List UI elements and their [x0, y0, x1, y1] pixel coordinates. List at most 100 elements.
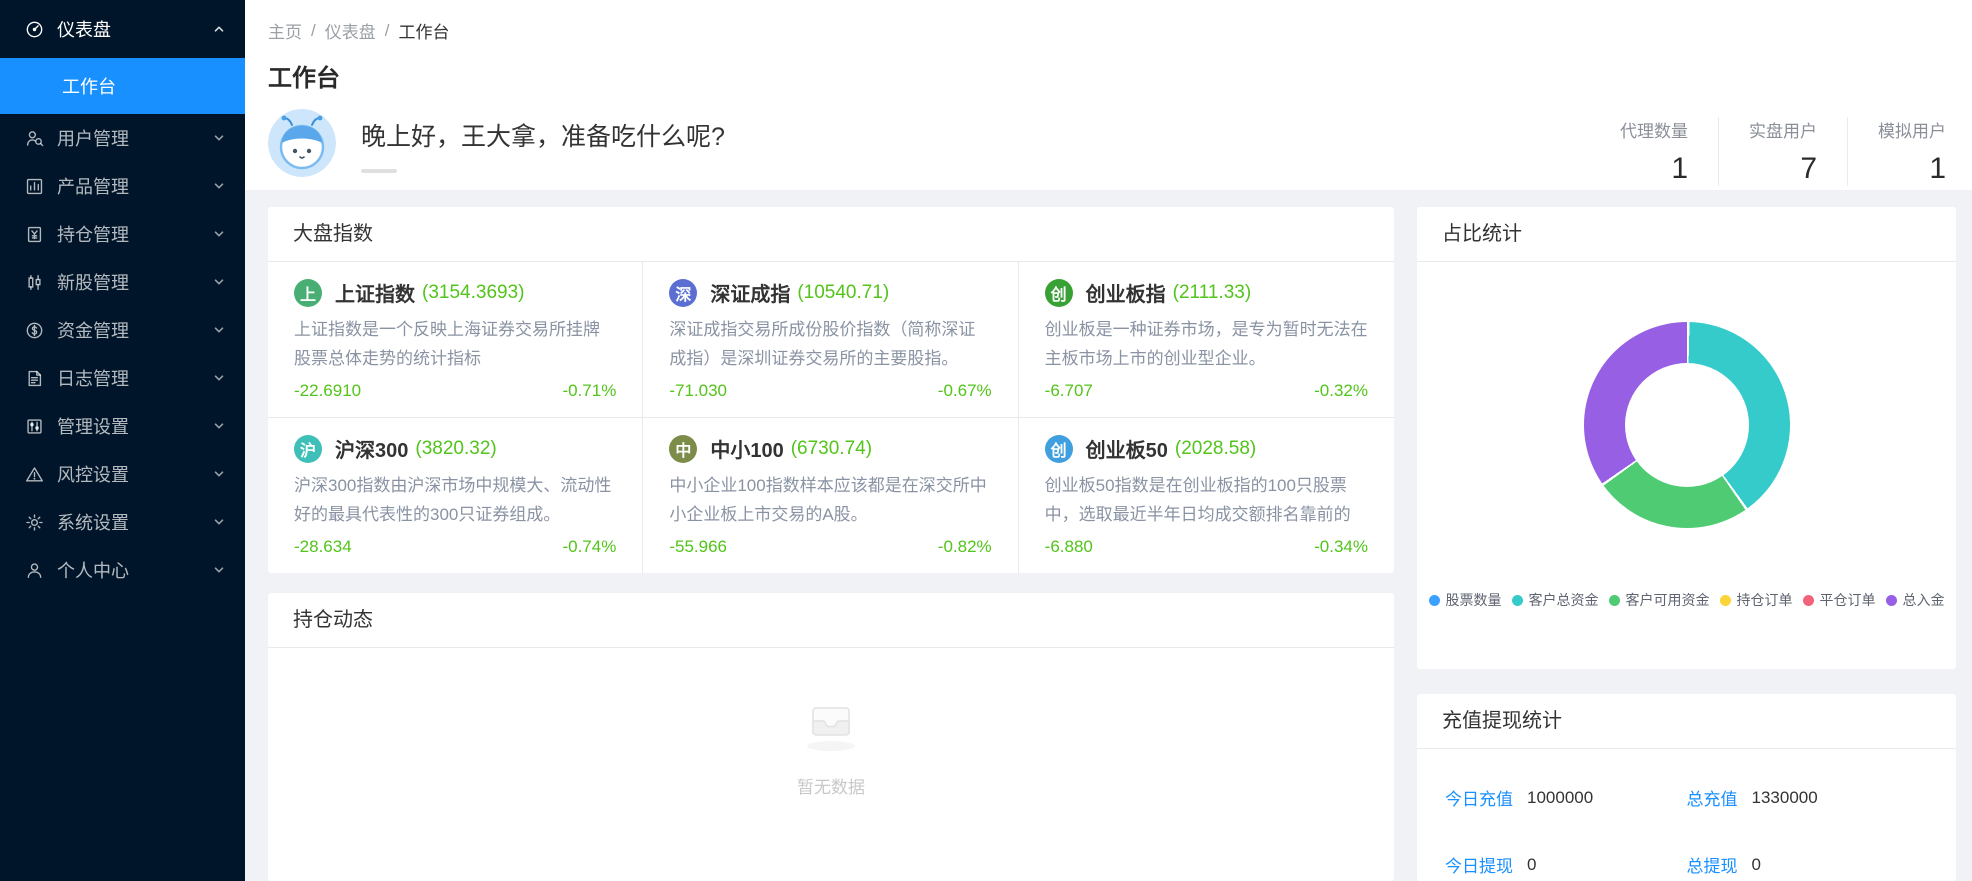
- empty-state: 暂无数据: [268, 648, 1394, 798]
- stat-value: 7: [1749, 152, 1817, 186]
- index-change: -6.880: [1045, 537, 1093, 557]
- recharge-withdraw-card-title: 充值提现统计: [1417, 694, 1956, 749]
- sidebar-item-system-settings[interactable]: 系统设置: [0, 498, 245, 546]
- product-management-icon: [24, 176, 44, 196]
- legend-item-available-funds[interactable]: 客户可用资金: [1609, 590, 1710, 610]
- index-badge: 上: [294, 279, 322, 307]
- legend-label: 平仓订单: [1820, 590, 1876, 610]
- index-change-pct: -0.82%: [938, 537, 992, 557]
- position-activity-card: 持仓动态 暂无数据: [268, 593, 1394, 881]
- breadcrumb-home[interactable]: 主页: [268, 18, 302, 43]
- total-recharge-label[interactable]: 总充值: [1687, 785, 1738, 810]
- recharge-withdraw-card: 充值提现统计 今日充值 1000000 总充值 1330000: [1417, 694, 1956, 881]
- index-description: 创业板50指数是在创业板指的100只股票中，选取最近半年日均成交额排名靠前的50…: [1045, 471, 1368, 529]
- breadcrumb-dashboard[interactable]: 仪表盘: [325, 18, 376, 43]
- index-change: -55.966: [669, 537, 727, 557]
- page-header: 主页 / 仪表盘 / 工作台 工作台: [245, 0, 1972, 190]
- legend-dot: [1429, 595, 1440, 606]
- sidebar-item-admin-settings[interactable]: 管理设置: [0, 402, 245, 450]
- chevron-down-icon: [213, 564, 225, 576]
- index-badge: 创: [1045, 279, 1073, 307]
- stat-label: 模拟用户: [1878, 117, 1946, 142]
- index-badge: 深: [669, 279, 697, 307]
- main-area: 主页 / 仪表盘 / 工作台 工作台: [245, 0, 1972, 881]
- legend-label: 总入金: [1903, 590, 1945, 610]
- chevron-down-icon: [213, 276, 225, 288]
- breadcrumb: 主页 / 仪表盘 / 工作台: [268, 18, 1960, 43]
- sidebar-item-workbench[interactable]: 工作台: [0, 58, 245, 114]
- legend-item-total-funds[interactable]: 客户总资金: [1512, 590, 1599, 610]
- index-change: -22.6910: [294, 381, 361, 401]
- stat-value: 1: [1620, 152, 1688, 186]
- mascot-avatar: [268, 109, 336, 177]
- sidebar-item-dashboard[interactable]: 仪表盘: [0, 0, 245, 58]
- index-name: 创业板50: [1086, 434, 1168, 463]
- sidebar-item-label: 用户管理: [57, 125, 213, 151]
- index-change-pct: -0.32%: [1314, 381, 1368, 401]
- breadcrumb-separator: /: [385, 21, 390, 41]
- index-change-pct: -0.67%: [938, 381, 992, 401]
- legend-label: 股票数量: [1446, 590, 1502, 610]
- sidebar-item-label: 新股管理: [57, 269, 213, 295]
- sidebar-item-profile-center[interactable]: 个人中心: [0, 546, 245, 594]
- index-badge: 中: [669, 435, 697, 463]
- total-withdraw: 总提现 0: [1687, 852, 1929, 877]
- legend-item-total-deposit[interactable]: 总入金: [1886, 590, 1945, 610]
- total-withdraw-label[interactable]: 总提现: [1687, 852, 1738, 877]
- sidebar-item-position-management[interactable]: 持仓管理: [0, 210, 245, 258]
- risk-settings-icon: [24, 464, 44, 484]
- index-tile-sme100: 中 中小100 (6730.74) 中小企业100指数样本应该都是在深交所中小企…: [643, 418, 1018, 573]
- chevron-down-icon: [213, 180, 225, 192]
- ratio-stats-card-title: 占比统计: [1417, 207, 1956, 262]
- legend-label: 持仓订单: [1737, 590, 1793, 610]
- breadcrumb-separator: /: [311, 21, 316, 41]
- new-stock-icon: [24, 272, 44, 292]
- legend-label: 客户总资金: [1529, 590, 1599, 610]
- sidebar-item-user-management[interactable]: 用户管理: [0, 114, 245, 162]
- legend-item-stock-count[interactable]: 股票数量: [1429, 590, 1502, 610]
- index-change: -71.030: [669, 381, 727, 401]
- sidebar-item-log-management[interactable]: 日志管理: [0, 354, 245, 402]
- sidebar-item-funds-management[interactable]: 资金管理: [0, 306, 245, 354]
- sidebar-item-product-management[interactable]: 产品管理: [0, 162, 245, 210]
- total-recharge-value: 1330000: [1752, 788, 1818, 808]
- sidebar-item-label: 风控设置: [57, 461, 213, 487]
- index-tile-chinext: 创 创业板指 (2111.33) 创业板是一种证券市场，是专为暂时无法在主板市场…: [1019, 262, 1394, 418]
- index-tile-chinext50: 创 创业板50 (2028.58) 创业板50指数是在创业板指的100只股票中，…: [1019, 418, 1394, 573]
- today-withdraw-label[interactable]: 今日提现: [1445, 852, 1513, 877]
- legend-item-open-orders[interactable]: 持仓订单: [1720, 590, 1793, 610]
- sidebar-item-label: 系统设置: [57, 509, 213, 535]
- sidebar-subitem-label: 工作台: [62, 73, 116, 99]
- legend-dot: [1803, 595, 1814, 606]
- sidebar-item-label: 个人中心: [57, 557, 213, 583]
- legend-dot: [1512, 595, 1523, 606]
- user-management-icon: [24, 128, 44, 148]
- greeting-placeholder-line: [361, 169, 397, 173]
- funds-management-icon: [24, 320, 44, 340]
- market-index-card: 大盘指数 上 上证指数 (3154.3693) 上证指数是一个反映上海证券交易所…: [268, 207, 1394, 573]
- index-value: (3154.3693): [422, 282, 524, 304]
- index-name: 上证指数: [335, 278, 415, 307]
- sidebar-item-new-stock-management[interactable]: 新股管理: [0, 258, 245, 306]
- today-withdraw-value: 0: [1527, 855, 1536, 875]
- legend-item-closed-orders[interactable]: 平仓订单: [1803, 590, 1876, 610]
- chevron-down-icon: [213, 324, 225, 336]
- stat-demo-users: 模拟用户 1: [1847, 117, 1960, 186]
- chevron-up-icon: [213, 23, 225, 35]
- log-management-icon: [24, 368, 44, 388]
- index-tile-shanghai: 上 上证指数 (3154.3693) 上证指数是一个反映上海证券交易所挂牌股票总…: [268, 262, 643, 418]
- ratio-stats-card: 占比统计 股票数量 客户总资金: [1417, 207, 1956, 669]
- sidebar-item-risk-settings[interactable]: 风控设置: [0, 450, 245, 498]
- index-description: 沪深300指数由沪深市场中规模大、流动性好的最具代表性的300只证券组成。: [294, 471, 616, 529]
- chevron-down-icon: [213, 420, 225, 432]
- stat-agent-count: 代理数量 1: [1590, 117, 1718, 186]
- index-description: 上证指数是一个反映上海证券交易所挂牌股票总体走势的统计指标: [294, 315, 616, 373]
- system-settings-icon: [24, 512, 44, 532]
- today-recharge-value: 1000000: [1527, 788, 1593, 808]
- sidebar-item-label: 持仓管理: [57, 221, 213, 247]
- index-badge: 创: [1045, 435, 1073, 463]
- today-recharge-label[interactable]: 今日充值: [1445, 785, 1513, 810]
- index-description: 中小企业100指数样本应该都是在深交所中小企业板上市交易的A股。: [669, 471, 991, 529]
- index-change-pct: -0.34%: [1314, 537, 1368, 557]
- chevron-down-icon: [213, 468, 225, 480]
